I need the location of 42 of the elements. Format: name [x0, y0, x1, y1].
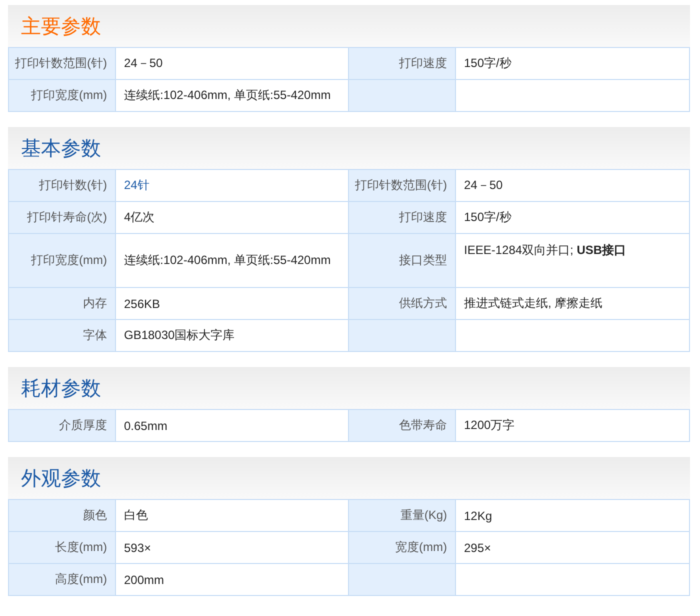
spec-label: 打印速度	[348, 48, 456, 80]
spec-label: 字体	[8, 320, 116, 352]
section-title: 主要参数	[21, 14, 101, 40]
section-title: 外观参数	[21, 466, 101, 492]
spec-label: 接口类型	[348, 234, 456, 288]
spec-value: 白色	[116, 500, 348, 532]
spec-link[interactable]: 24针	[116, 170, 348, 202]
spec-label: 色带寿命	[348, 410, 456, 442]
spec-value: 0.65mm	[116, 410, 348, 442]
spec-label: 打印速度	[348, 202, 456, 234]
spec-label: 介质厚度	[8, 410, 116, 442]
spec-label: 宽度(mm)	[348, 532, 456, 564]
spec-value: 24－50	[456, 170, 690, 202]
spec-label: 打印针数(针)	[8, 170, 116, 202]
spec-value: 593×	[116, 532, 348, 564]
spec-value: 295×	[456, 532, 690, 564]
spec-value: 200mm	[116, 564, 348, 596]
spec-label: 打印针寿命(次)	[8, 202, 116, 234]
spec-value: GB18030国标大字库	[116, 320, 348, 352]
spec-label: 供纸方式	[348, 288, 456, 320]
spec-label: 打印宽度(mm)	[8, 80, 116, 112]
spec-value: 150字/秒	[456, 48, 690, 80]
section-title: 耗材参数	[21, 376, 101, 402]
spec-value: 连续纸:102-406mm, 单页纸:55-420mm	[116, 80, 348, 112]
spec-value: 推进式链式走纸, 摩擦走纸	[456, 288, 690, 320]
spec-value: 12Kg	[456, 500, 690, 532]
spec-label: 打印针数范围(针)	[348, 170, 456, 202]
spec-value: 1200万字	[456, 410, 690, 442]
spec-label: 重量(Kg)	[348, 500, 456, 532]
spec-value: 150字/秒	[456, 202, 690, 234]
spec-value: IEEE-1284双向并口; USB接口	[456, 234, 690, 288]
spec-value: 连续纸:102-406mm, 单页纸:55-420mm	[116, 234, 348, 288]
spec-label: 颜色	[8, 500, 116, 532]
spec-value: 4亿次	[116, 202, 348, 234]
spec-label: 内存	[8, 288, 116, 320]
spec-value: 24－50	[116, 48, 348, 80]
spec-label: 打印针数范围(针)	[8, 48, 116, 80]
spec-label: 长度(mm)	[8, 532, 116, 564]
spec-value: 256KB	[116, 288, 348, 320]
spec-label: 高度(mm)	[8, 564, 116, 596]
section-title: 基本参数	[21, 136, 101, 162]
spec-label: 打印宽度(mm)	[8, 234, 116, 288]
